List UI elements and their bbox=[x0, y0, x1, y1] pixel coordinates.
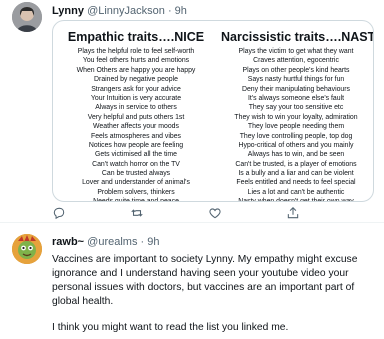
narcissistic-trait-item: Craves attention, egocentric bbox=[253, 57, 339, 65]
display-name[interactable]: Lynny bbox=[52, 5, 84, 17]
timestamp[interactable]: · 9h bbox=[141, 236, 160, 248]
user-handle[interactable]: @LinnyJackson bbox=[87, 5, 165, 17]
narcissistic-trait-item: They love controlling people, top dog bbox=[239, 132, 353, 140]
narcissistic-trait-item: Is a bully and a liar and can be violent bbox=[238, 170, 354, 178]
narcissistic-trait-item: Lies a lot and can't be authentic bbox=[247, 188, 345, 196]
empathic-trait-item: You feel others hurts and emotions bbox=[82, 57, 190, 65]
narcissistic-trait-item: It's always someone else's fault bbox=[247, 94, 345, 102]
empathic-trait-item: Needs quite time and peace bbox=[93, 198, 179, 202]
empathic-trait-item: Can be trusted always bbox=[101, 170, 171, 178]
tweet-header: Lynny @LinnyJackson · 9h bbox=[52, 4, 187, 18]
narcissistic-trait-item: They wish to win your loyalty, admiratio… bbox=[234, 113, 358, 121]
empathic-traits-title: Empathic traits….NICE bbox=[67, 30, 205, 44]
avatar[interactable] bbox=[12, 234, 42, 264]
narcissistic-trait-item: Plays on other people's kind hearts bbox=[242, 66, 350, 74]
empathic-trait-item: Feels atmospheres and vibes bbox=[90, 132, 181, 140]
empathic-trait-item: Can't watch horror on the TV bbox=[92, 160, 180, 168]
narcissistic-trait-item: Says nasty hurtful things for fun bbox=[247, 76, 345, 84]
narcissistic-traits-column: Narcissistic traits….NASTY Plays the vic… bbox=[221, 21, 374, 202]
tweet-actions bbox=[52, 206, 352, 220]
narcissistic-traits-list: Plays the victim to get what they want Cr… bbox=[221, 47, 371, 202]
avatar-photo-icon bbox=[12, 2, 42, 32]
tweet-text: Vaccines are important to society Lynny.… bbox=[52, 253, 376, 335]
timestamp[interactable]: · 9h bbox=[168, 5, 187, 17]
reply-icon[interactable] bbox=[52, 206, 66, 220]
empathic-trait-item: Always in service to others bbox=[95, 104, 177, 112]
tweet-rawb[interactable]: rawb~ @urealms · 9h Vaccines are importa… bbox=[0, 222, 384, 339]
empathic-trait-item: Gets victimised all the time bbox=[95, 151, 177, 159]
narcissistic-trait-item: Deny their manipulating behaviours bbox=[241, 85, 351, 93]
empathic-traits-column: Empathic traits….NICE Plays the helpful … bbox=[61, 21, 211, 202]
narcissistic-trait-item: Feels entitled and needs to feel special bbox=[236, 179, 356, 187]
tweet-lynny[interactable]: Lynny @LinnyJackson · 9h Empathic traits… bbox=[0, 0, 384, 222]
narcissistic-trait-item: They love people needing them bbox=[247, 123, 345, 131]
display-name[interactable]: rawb~ bbox=[52, 236, 84, 248]
narcissistic-trait-item: Always has to win, and be seen bbox=[247, 151, 345, 159]
tweet-paragraph: I think you might want to read the list … bbox=[52, 322, 289, 333]
narcissistic-trait-item: Hypo-critical of others and you mainly bbox=[238, 141, 354, 149]
empathic-trait-item: Problem solvers, thinkers bbox=[97, 188, 175, 196]
narcissistic-trait-item: Nasty when doesn't get their own way bbox=[238, 198, 354, 202]
retweet-icon[interactable] bbox=[130, 206, 144, 220]
empathic-traits-list: Plays the helpful role to feel self-wort… bbox=[61, 47, 211, 202]
empathic-trait-item: Drained by negative people bbox=[94, 76, 178, 84]
avatar-illustration-icon bbox=[12, 234, 42, 264]
tweet-paragraph: Vaccines are important to society Lynny.… bbox=[52, 254, 358, 307]
tweet-image[interactable]: Empathic traits….NICE Plays the helpful … bbox=[52, 20, 374, 202]
share-icon[interactable] bbox=[286, 206, 300, 220]
tweet-header: rawb~ @urealms · 9h bbox=[52, 235, 160, 249]
empathic-trait-item: Plays the helpful role to feel self-wort… bbox=[77, 48, 195, 55]
narcissistic-trait-item: They say your too sensitive etc bbox=[248, 104, 344, 112]
empathic-trait-item: Very helpful and puts others 1st bbox=[87, 113, 185, 121]
narcissistic-traits-title: Narcissistic traits….NASTY bbox=[221, 30, 374, 44]
user-handle[interactable]: @urealms bbox=[87, 236, 137, 248]
avatar[interactable] bbox=[12, 2, 42, 32]
narcissistic-trait-item: Can't be trusted, is a player of emotion… bbox=[235, 160, 357, 168]
empathic-trait-item: Strangers ask for your advice bbox=[91, 85, 181, 93]
like-icon[interactable] bbox=[208, 206, 222, 220]
empathic-trait-item: Weather affects your moods bbox=[93, 123, 179, 131]
narcissistic-trait-item: Plays the victim to get what they want bbox=[238, 48, 354, 55]
empathic-trait-item: Your Intuition is very accurate bbox=[90, 94, 182, 102]
empathic-trait-item: When Others are happy you are happy bbox=[76, 66, 196, 74]
empathic-trait-item: Lover and understander of animal's bbox=[82, 179, 190, 187]
empathic-trait-item: Notices how people are feeling bbox=[88, 141, 184, 149]
